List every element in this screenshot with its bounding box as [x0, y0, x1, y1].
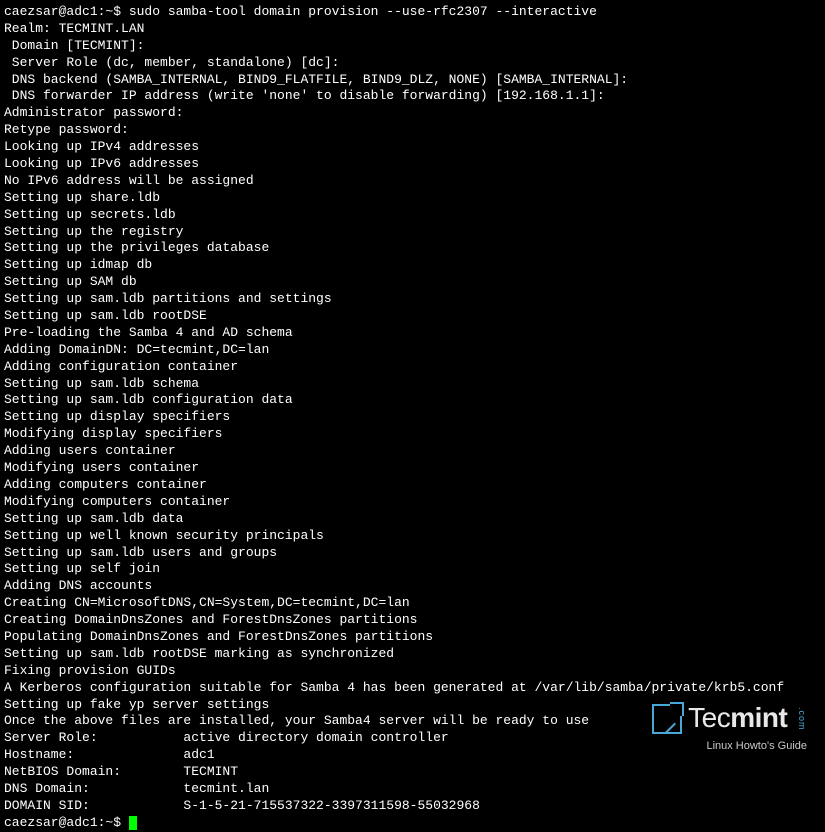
- output-line: Adding users container: [4, 443, 825, 460]
- output-line: A Kerberos configuration suitable for Sa…: [4, 680, 825, 697]
- tecmint-logo-icon: [652, 704, 682, 734]
- output-line: Realm: TECMINT.LAN: [4, 21, 825, 38]
- output-line: Setting up sam.ldb data: [4, 511, 825, 528]
- cursor: [129, 816, 137, 830]
- output-line: Retype password:: [4, 122, 825, 139]
- output-line: Setting up idmap db: [4, 257, 825, 274]
- output-line: Fixing provision GUIDs: [4, 663, 825, 680]
- output-line: Setting up sam.ldb configuration data: [4, 392, 825, 409]
- prompt-line[interactable]: caezsar@adc1:~$: [4, 815, 825, 832]
- output-line: NetBIOS Domain: TECMINT: [4, 764, 825, 781]
- output-line: Looking up IPv6 addresses: [4, 156, 825, 173]
- output-line: Setting up sam.ldb partitions and settin…: [4, 291, 825, 308]
- output-line: Setting up SAM db: [4, 274, 825, 291]
- output-line: Adding DomainDN: DC=tecmint,DC=lan: [4, 342, 825, 359]
- output-line: DOMAIN SID: S-1-5-21-715537322-339731159…: [4, 798, 825, 815]
- output-line: Creating CN=MicrosoftDNS,CN=System,DC=te…: [4, 595, 825, 612]
- output-line: Setting up well known security principal…: [4, 528, 825, 545]
- output-line: Setting up secrets.ldb: [4, 207, 825, 224]
- output-line: Setting up self join: [4, 561, 825, 578]
- output-line: Populating DomainDnsZones and ForestDnsZ…: [4, 629, 825, 646]
- output-line: Looking up IPv4 addresses: [4, 139, 825, 156]
- output-line: Adding configuration container: [4, 359, 825, 376]
- watermark: Tecmint .com Linux Howto's Guide: [652, 700, 807, 753]
- output-line: Setting up sam.ldb rootDSE marking as sy…: [4, 646, 825, 663]
- output-line: Setting up display specifiers: [4, 409, 825, 426]
- prompt-line: caezsar@adc1:~$ sudo samba-tool domain p…: [4, 4, 825, 21]
- watermark-brand: Tecmint: [688, 700, 787, 736]
- watermark-tagline: Linux Howto's Guide: [652, 739, 807, 753]
- watermark-dotcom: .com: [795, 707, 807, 731]
- output-line: Administrator password:: [4, 105, 825, 122]
- output-line: Setting up the privileges database: [4, 240, 825, 257]
- output-line: Domain [TECMINT]:: [4, 38, 825, 55]
- output-line: Setting up sam.ldb rootDSE: [4, 308, 825, 325]
- output-line: Setting up the registry: [4, 224, 825, 241]
- output-line: DNS forwarder IP address (write 'none' t…: [4, 88, 825, 105]
- output-line: Setting up share.ldb: [4, 190, 825, 207]
- output-line: Server Role (dc, member, standalone) [dc…: [4, 55, 825, 72]
- output-line: Modifying display specifiers: [4, 426, 825, 443]
- output-line: Setting up sam.ldb schema: [4, 376, 825, 393]
- output-line: Adding computers container: [4, 477, 825, 494]
- output-line: Adding DNS accounts: [4, 578, 825, 595]
- output-line: Modifying computers container: [4, 494, 825, 511]
- output-line: No IPv6 address will be assigned: [4, 173, 825, 190]
- output-line: Pre-loading the Samba 4 and AD schema: [4, 325, 825, 342]
- output-line: DNS backend (SAMBA_INTERNAL, BIND9_FLATF…: [4, 72, 825, 89]
- output-line: Setting up sam.ldb users and groups: [4, 545, 825, 562]
- output-line: DNS Domain: tecmint.lan: [4, 781, 825, 798]
- output-line: Modifying users container: [4, 460, 825, 477]
- output-line: Creating DomainDnsZones and ForestDnsZon…: [4, 612, 825, 629]
